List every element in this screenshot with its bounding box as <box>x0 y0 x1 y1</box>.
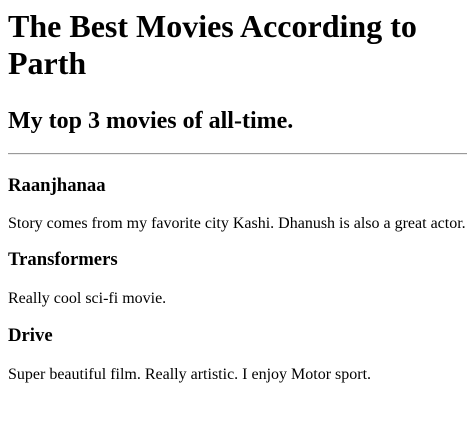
movie-description-raanjhanaa: Story comes from my favorite city Kashi.… <box>8 215 466 232</box>
movie-description-transformers: Really cool sci-fi movie. <box>8 290 167 307</box>
page-title: The Best Movies According to Parth <box>8 8 417 81</box>
movie-list: Raanjhanaa Story comes from my favorite … <box>8 175 467 384</box>
divider <box>8 153 467 155</box>
movie-title-raanjhanaa: Raanjhanaa <box>8 175 106 196</box>
page: The Best Movies According to Parth My to… <box>0 0 475 430</box>
movie-title-transformers: Transformers <box>8 249 118 270</box>
movie-description-drive: Super beautiful film. Really artistic. I… <box>8 366 372 383</box>
page-subtitle: My top 3 movies of all-time. <box>8 108 294 134</box>
movie-title-drive: Drive <box>8 325 53 346</box>
